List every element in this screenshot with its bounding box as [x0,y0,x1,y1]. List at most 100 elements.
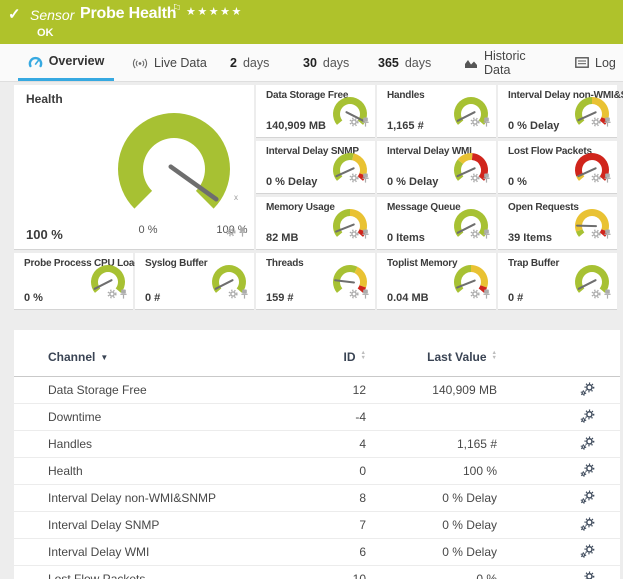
pin-icon[interactable] [483,286,490,304]
channel-settings-icon[interactable] [580,575,595,579]
gauge-panel-threads[interactable]: Threads 159 # [256,253,375,310]
channel-settings[interactable] [580,544,595,562]
gauge-settings-icon[interactable] [349,226,359,244]
gauge-settings-icon[interactable] [591,226,601,244]
channel-id: 10 [353,566,366,579]
table-row[interactable]: Interval Delay SNMP 7 0 % Delay [14,512,620,539]
pin-icon[interactable] [120,286,127,304]
gauge-panel-syslog-buffer[interactable]: Syslog Buffer 0 # [135,253,254,310]
gauge-settings-icon[interactable] [470,170,480,188]
channel-settings-icon[interactable] [580,521,595,535]
channel-settings-icon[interactable] [580,467,595,481]
gauge-panel-handles[interactable]: Handles 1,165 # [377,85,496,138]
pin-icon[interactable] [604,286,611,304]
pin-icon[interactable] [483,114,490,132]
object-kind-label: Sensor [30,7,74,23]
tab-overview[interactable]: Overview [18,44,114,81]
channel-last-value: 0 % Delay [442,485,497,511]
column-header-last-value[interactable]: Last Value▲▼ [427,346,497,368]
channel-name[interactable]: Interval Delay WMI [48,539,149,565]
gauge-settings-icon[interactable] [226,224,236,242]
gauge-panel-probe-process-cpu-load[interactable]: Probe Process CPU Load 0 % [14,253,133,310]
table-row[interactable]: Data Storage Free 12 140,909 MB [14,377,620,404]
gauge-settings-icon[interactable] [470,226,480,244]
pin-icon[interactable] [241,286,248,304]
gauge-settings-icon[interactable] [591,170,601,188]
gauge-settings-icon[interactable] [591,114,601,132]
channel-settings-icon[interactable] [580,494,595,508]
channel-settings[interactable] [580,463,595,481]
channel-name[interactable]: Data Storage Free [48,377,147,403]
gauge-panel-toplist-memory[interactable]: Toplist Memory 0.04 MB [377,253,496,310]
gauge-panel-health[interactable]: Health x 0 % 100 % 100 % [14,85,254,250]
gauge-value: 0 % [24,292,43,304]
tab-historic-data[interactable]: Historic Data [464,44,552,81]
channel-settings[interactable] [580,517,595,535]
gauge-panel-message-queue[interactable]: Message Queue 0 Items [377,197,496,250]
pin-icon[interactable] [604,114,611,132]
table-row[interactable]: Health 0 100 % [14,458,620,485]
table-row[interactable]: Interval Delay WMI 6 0 % Delay [14,539,620,566]
channel-name[interactable]: Downtime [48,404,101,430]
gauge-settings-icon[interactable] [349,170,359,188]
channel-last-value: 1,165 # [457,431,497,457]
tab-2-days[interactable]: 2days [230,44,276,81]
tab-label: Historic Data [484,49,552,77]
gauge-settings-icon[interactable] [349,286,359,304]
gauge-panel-interval-delay-wmi[interactable]: Interval Delay WMI 0 % Delay [377,141,496,194]
gauge-panel-actions [591,226,611,244]
table-row[interactable]: Handles 4 1,165 # [14,431,620,458]
gauge-panel-interval-delay-non-wmi-snmp[interactable]: Interval Delay non-WMI&SNMP 0 % Delay [498,85,617,138]
gauge-panel-actions [470,226,490,244]
tab-30-days[interactable]: 30days [303,44,355,81]
gauge-settings-icon[interactable] [228,286,238,304]
channel-settings-icon[interactable] [580,413,595,427]
table-row[interactable]: Lost Flow Packets 10 0 % [14,566,620,579]
gauge-panel-open-requests[interactable]: Open Requests 39 Items [498,197,617,250]
pin-icon[interactable] [239,224,246,242]
channel-settings[interactable] [580,490,595,508]
channel-name[interactable]: Handles [48,431,92,457]
column-header-channel[interactable]: Channel▼ [48,346,108,370]
channel-settings[interactable] [580,436,595,454]
channel-settings[interactable] [580,571,595,579]
channel-settings[interactable] [580,382,595,400]
table-row[interactable]: Downtime -4 [14,404,620,431]
pin-icon[interactable] [604,170,611,188]
pin-icon[interactable] [483,170,490,188]
channel-name[interactable]: Health [48,458,83,484]
priority-stars[interactable]: ★★★★★ [186,5,243,18]
gauge-settings-icon[interactable] [470,286,480,304]
channel-settings-icon[interactable] [580,548,595,562]
pin-icon[interactable] [362,114,369,132]
pin-icon[interactable] [604,226,611,244]
gauge-settings-icon[interactable] [349,114,359,132]
pin-icon[interactable] [362,286,369,304]
channel-name[interactable]: Interval Delay SNMP [48,512,159,538]
pin-icon[interactable] [362,226,369,244]
tab-number: 30 [303,56,317,70]
channel-name[interactable]: Interval Delay non-WMI&SNMP [48,485,216,511]
flag-icon[interactable]: ⚐ [172,2,182,15]
pin-icon[interactable] [483,226,490,244]
channel-name[interactable]: Lost Flow Packets [48,566,145,579]
table-row[interactable]: Interval Delay non-WMI&SNMP 8 0 % Delay [14,485,620,512]
tab-log[interactable]: Log [575,44,619,81]
pin-icon[interactable] [362,170,369,188]
gauge-settings-icon[interactable] [470,114,480,132]
channel-settings-icon[interactable] [580,386,595,400]
gauge-panel-actions [470,114,490,132]
tab-365-days[interactable]: 365days [378,44,436,81]
column-header-id[interactable]: ID▲▼ [344,346,366,368]
gauge-value: 0.04 MB [387,292,429,304]
gauge-panel-data-storage-free[interactable]: Data Storage Free 140,909 MB [256,85,375,138]
gauge-panel-memory-usage[interactable]: Memory Usage 82 MB [256,197,375,250]
gauge-panel-lost-flow-packets[interactable]: Lost Flow Packets 0 % [498,141,617,194]
gauge-settings-icon[interactable] [107,286,117,304]
gauge-panel-interval-delay-snmp[interactable]: Interval Delay SNMP 0 % Delay [256,141,375,194]
tab-live-data[interactable]: Live Data [132,44,208,81]
channel-settings-icon[interactable] [580,440,595,454]
gauge-settings-icon[interactable] [591,286,601,304]
gauge-panel-trap-buffer[interactable]: Trap Buffer 0 # [498,253,617,310]
channel-settings[interactable] [580,409,595,427]
